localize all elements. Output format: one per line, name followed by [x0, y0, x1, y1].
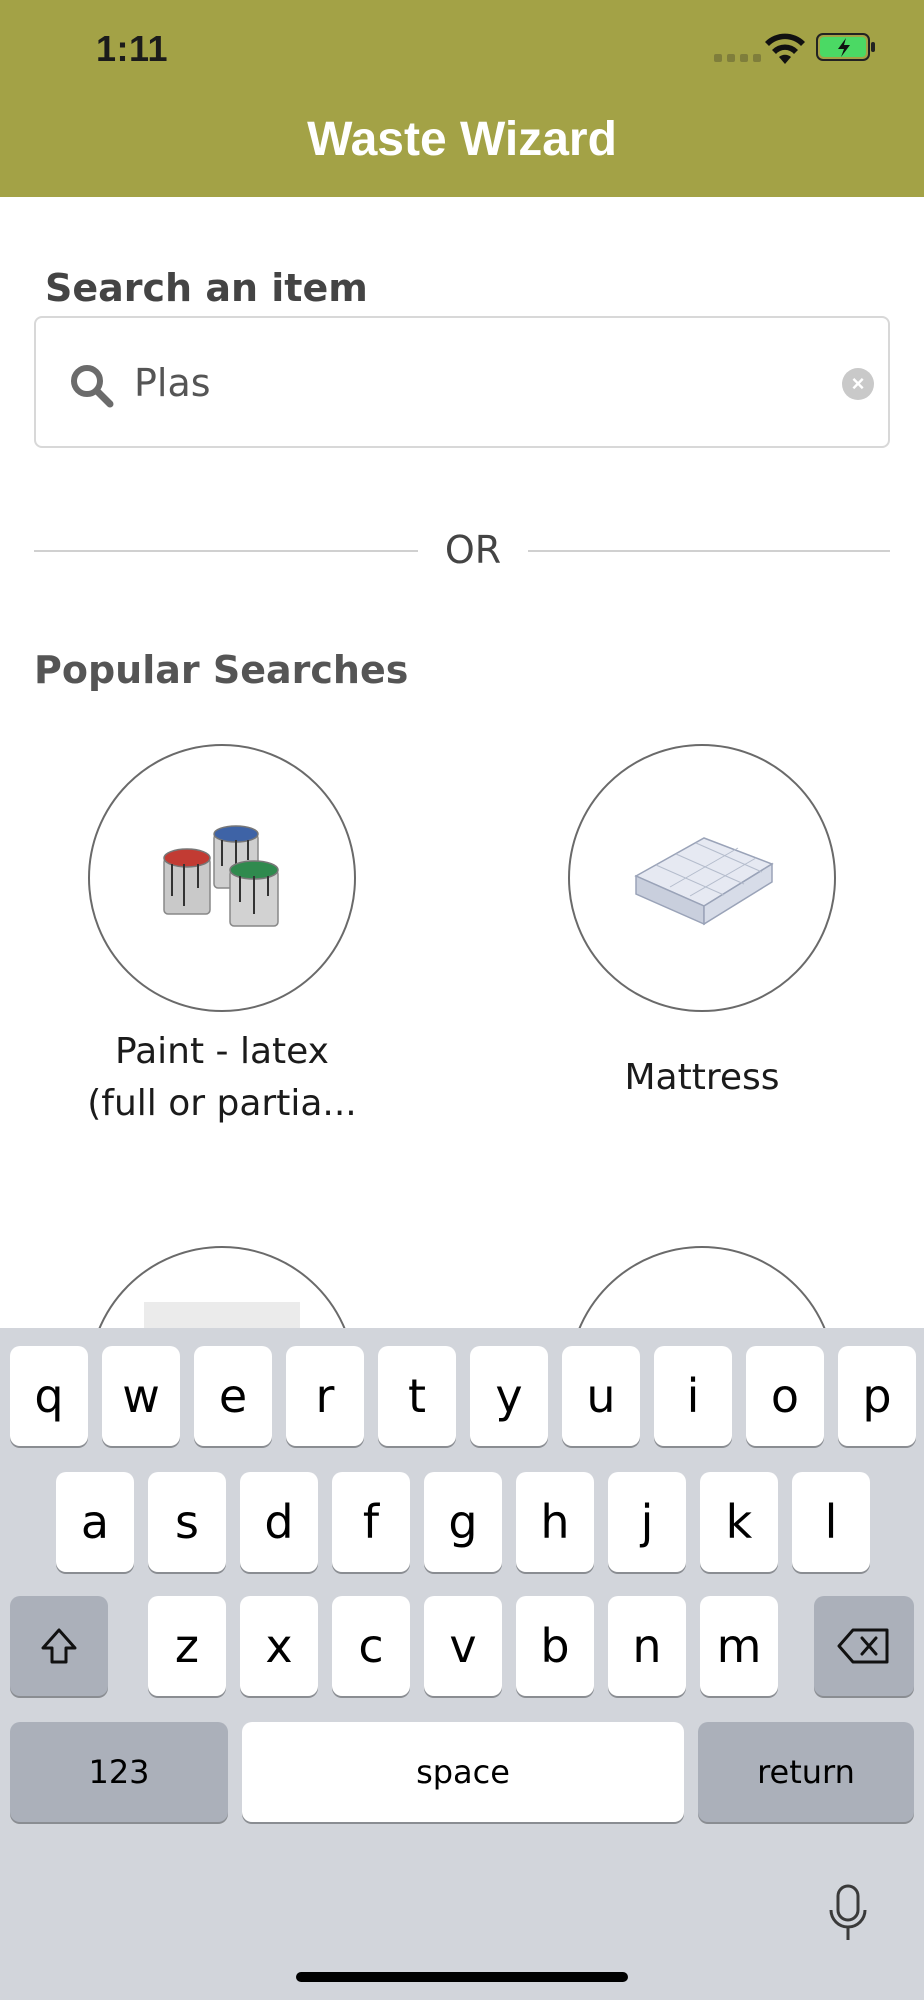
search-input[interactable] — [134, 348, 814, 418]
caption-line: Mattress — [624, 1057, 780, 1098]
search-box[interactable]: × — [34, 316, 890, 448]
key-k[interactable]: k — [700, 1472, 778, 1572]
backspace-icon — [837, 1628, 889, 1664]
return-key[interactable]: return — [698, 1722, 914, 1822]
key-t[interactable]: t — [378, 1346, 456, 1446]
shift-key[interactable] — [10, 1596, 108, 1696]
space-key[interactable]: space — [242, 1722, 684, 1822]
key-l[interactable]: l — [792, 1472, 870, 1572]
or-divider: OR — [34, 528, 890, 574]
key-j[interactable]: j — [608, 1472, 686, 1572]
battery-charging-icon — [816, 33, 875, 61]
app-title: Waste Wizard — [307, 113, 617, 166]
key-a[interactable]: a — [56, 1472, 134, 1572]
paint-cans-icon[interactable] — [88, 744, 356, 1012]
popular-item-mattress[interactable]: Mattress — [552, 744, 852, 1104]
key-n[interactable]: n — [608, 1596, 686, 1696]
status-time: 1:11 — [96, 28, 169, 69]
divider-line — [34, 550, 418, 552]
microphone-icon[interactable] — [826, 1884, 870, 1944]
popular-item-caption: Mattress — [552, 1052, 852, 1104]
key-w[interactable]: w — [102, 1346, 180, 1446]
divider-line — [528, 550, 890, 552]
key-h[interactable]: h — [516, 1472, 594, 1572]
home-indicator — [296, 1972, 628, 1982]
cellular-signal-icon — [714, 54, 761, 62]
numbers-key[interactable]: 123 — [10, 1722, 228, 1822]
key-v[interactable]: v — [424, 1596, 502, 1696]
key-o[interactable]: o — [746, 1346, 824, 1446]
key-s[interactable]: s — [148, 1472, 226, 1572]
key-b[interactable]: b — [516, 1596, 594, 1696]
key-x[interactable]: x — [240, 1596, 318, 1696]
popular-item-caption: Paint - latex (full or partia... — [72, 1026, 372, 1130]
key-m[interactable]: m — [700, 1596, 778, 1696]
shift-icon — [41, 1628, 77, 1664]
key-p[interactable]: p — [838, 1346, 916, 1446]
popular-searches-title: Popular Searches — [34, 648, 409, 692]
caption-line: (full or partia... — [87, 1083, 357, 1124]
mattress-icon[interactable] — [568, 744, 836, 1012]
clear-search-icon[interactable]: × — [842, 368, 874, 400]
key-e[interactable]: e — [194, 1346, 272, 1446]
caption-line: Paint - latex — [115, 1031, 329, 1072]
key-d[interactable]: d — [240, 1472, 318, 1572]
search-icon — [71, 365, 114, 408]
key-c[interactable]: c — [332, 1596, 410, 1696]
popular-item-paint-latex[interactable]: Paint - latex (full or partia... — [72, 744, 372, 1130]
key-g[interactable]: g — [424, 1472, 502, 1572]
key-z[interactable]: z — [148, 1596, 226, 1696]
app-header: 1:11 Waste Wizard — [0, 0, 924, 197]
backspace-key[interactable] — [814, 1596, 914, 1696]
key-q[interactable]: q — [10, 1346, 88, 1446]
keyboard: q w e r t y u i o p a s d f g h j k l z x c v b n m 123 space return — [0, 1328, 924, 2000]
key-f[interactable]: f — [332, 1472, 410, 1572]
or-text: OR — [444, 528, 502, 572]
wifi-icon — [765, 33, 805, 64]
key-y[interactable]: y — [470, 1346, 548, 1446]
key-r[interactable]: r — [286, 1346, 364, 1446]
key-u[interactable]: u — [562, 1346, 640, 1446]
search-label: Search an item — [45, 266, 368, 310]
key-i[interactable]: i — [654, 1346, 732, 1446]
